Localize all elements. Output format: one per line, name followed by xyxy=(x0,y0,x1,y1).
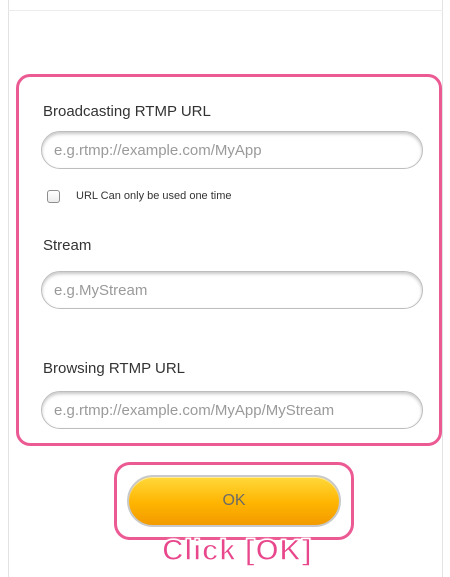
dialog-screen: Broadcasting RTMP URL URL Can only be us… xyxy=(0,0,450,577)
ok-button-highlight: OK xyxy=(114,462,354,540)
one-time-url-option[interactable]: URL Can only be used one time xyxy=(47,187,232,205)
frame-right-edge xyxy=(442,0,443,577)
one-time-url-label: URL Can only be used one time xyxy=(76,190,232,202)
rtmp-settings-highlight: Broadcasting RTMP URL URL Can only be us… xyxy=(16,74,442,446)
frame-left-edge xyxy=(8,0,9,577)
ok-button[interactable]: OK xyxy=(127,475,341,527)
browsing-url-input[interactable] xyxy=(41,391,423,429)
broadcast-url-input[interactable] xyxy=(41,131,423,169)
frame-top-edge xyxy=(8,10,443,11)
stream-label: Stream xyxy=(43,237,92,254)
click-ok-instruction: Click [OK] xyxy=(161,534,313,567)
broadcast-url-label: Broadcasting RTMP URL xyxy=(43,103,211,120)
browsing-url-label: Browsing RTMP URL xyxy=(43,360,185,377)
one-time-url-checkbox[interactable] xyxy=(47,189,60,203)
stream-input[interactable] xyxy=(41,271,423,309)
